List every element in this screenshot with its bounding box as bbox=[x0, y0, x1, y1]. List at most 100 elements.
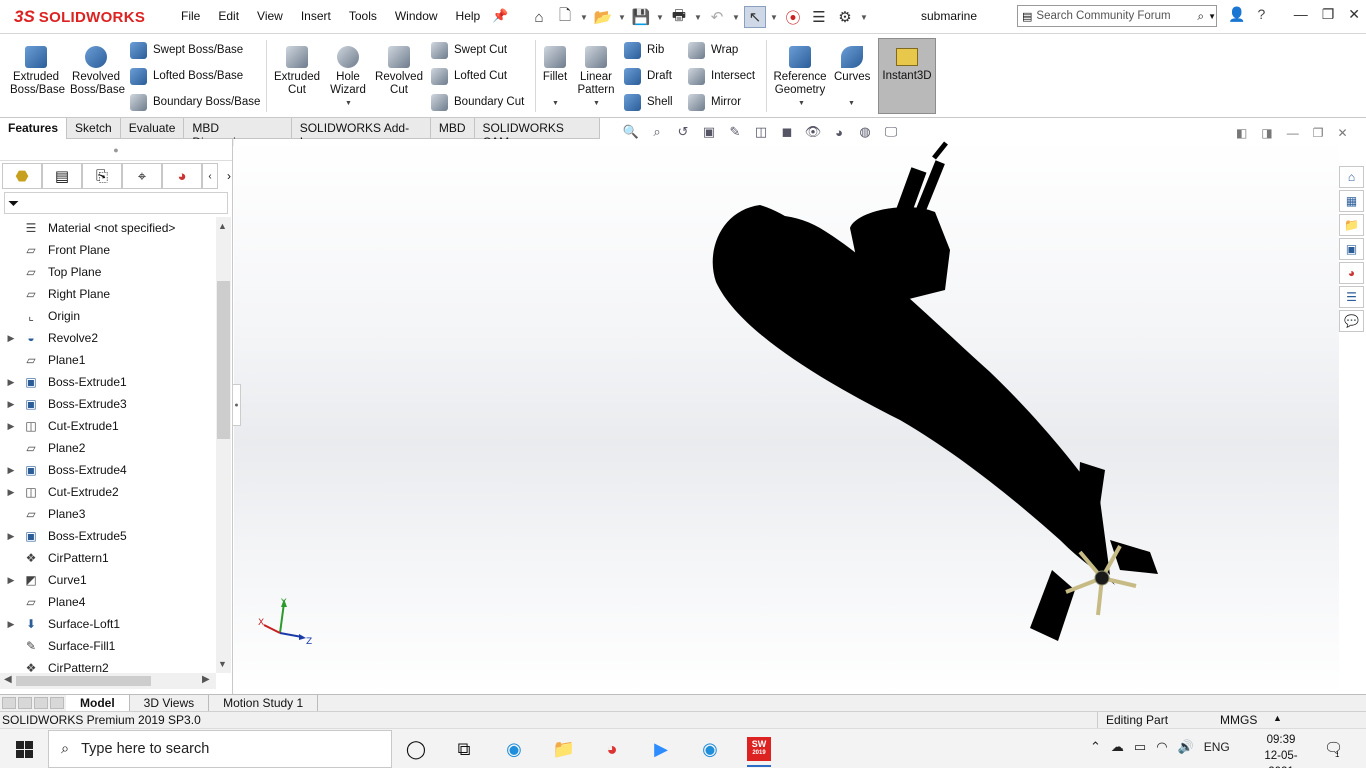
draft-button[interactable]: Draft bbox=[624, 67, 672, 85]
appearances-icon[interactable]: ◕ bbox=[1339, 262, 1364, 284]
tab-evaluate[interactable]: Evaluate bbox=[121, 118, 185, 139]
display-style-icon[interactable]: ◼ bbox=[778, 124, 796, 140]
file-explorer-taskbar-icon[interactable]: 📁 bbox=[544, 733, 584, 765]
hide-show-items-icon[interactable]: 👁 bbox=[804, 124, 822, 140]
zoom-app-icon[interactable]: ▶ bbox=[641, 733, 681, 765]
new-dropdown-icon[interactable]: ▼ bbox=[580, 13, 588, 22]
unit-system[interactable]: MMGS bbox=[1220, 713, 1257, 727]
help-icon[interactable]: ? bbox=[1257, 6, 1265, 23]
rebuild-traffic-light-icon[interactable]: ⦿ bbox=[782, 6, 804, 28]
menu-help[interactable]: Help bbox=[447, 9, 490, 23]
tree-item[interactable]: ▶ ⬇ Surface-Loft1 bbox=[0, 613, 216, 635]
tree-item[interactable]: ▶ ▣ Boss-Extrude1 bbox=[0, 371, 216, 393]
dimxpert-manager-tab-icon[interactable]: ⌖ bbox=[122, 163, 162, 189]
system-clock[interactable]: 09:39 12-05-2021 bbox=[1253, 732, 1309, 768]
scroll-thumb[interactable] bbox=[217, 281, 230, 439]
design-library-icon[interactable]: ▦ bbox=[1339, 190, 1364, 212]
units-dropdown-icon[interactable]: ▲ bbox=[1273, 713, 1282, 723]
next-tab-icon[interactable] bbox=[34, 697, 48, 709]
boundary-boss-button[interactable]: Boundary Boss/Base bbox=[130, 93, 260, 111]
prev-tab-icon[interactable] bbox=[18, 697, 32, 709]
reference-geometry-dropdown-icon[interactable]: ▼ bbox=[798, 100, 805, 107]
select-pointer-icon[interactable]: ↖ bbox=[744, 6, 766, 28]
undo-icon[interactable]: ↶ bbox=[706, 6, 728, 28]
expand-arrow-icon[interactable]: ▶ bbox=[0, 619, 22, 630]
rib-button[interactable]: Rib bbox=[624, 41, 664, 59]
save-dropdown-icon[interactable]: ▼ bbox=[656, 13, 664, 22]
panel-grip[interactable]: ● bbox=[0, 139, 232, 161]
minimize-icon[interactable]: — bbox=[1294, 6, 1308, 23]
lofted-cut-button[interactable]: Lofted Cut bbox=[431, 67, 507, 85]
custom-properties-icon[interactable]: ☰ bbox=[1339, 286, 1364, 308]
tree-item[interactable]: ❖ CirPattern1 bbox=[0, 547, 216, 569]
options-gear-icon[interactable]: ⚙ bbox=[834, 6, 856, 28]
expand-arrow-icon[interactable]: ▶ bbox=[0, 487, 22, 498]
viewport-minimize-icon[interactable]: — bbox=[1287, 126, 1299, 140]
volume-icon[interactable]: 🔊 bbox=[1178, 739, 1194, 755]
panel-collapse-handle[interactable]: ● bbox=[232, 384, 241, 426]
menu-window[interactable]: Window bbox=[386, 9, 447, 23]
pin-menu-icon[interactable]: 📌 bbox=[492, 8, 508, 24]
tree-item[interactable]: ▶ ◫ Cut-Extrude1 bbox=[0, 415, 216, 437]
tabs-scroll-left-icon[interactable]: ‹ bbox=[202, 163, 218, 189]
chrome-icon[interactable]: ◕ bbox=[592, 733, 632, 765]
home-icon[interactable]: ⌂ bbox=[528, 6, 550, 28]
expand-arrow-icon[interactable]: ▶ bbox=[0, 399, 22, 410]
save-icon[interactable]: 💾 bbox=[630, 6, 652, 28]
tab-motion-study[interactable]: Motion Study 1 bbox=[209, 695, 319, 711]
mirror-button[interactable]: Mirror bbox=[688, 93, 741, 111]
tree-item[interactable]: ▶ ◒ Revolve2 bbox=[0, 327, 216, 349]
menu-tools[interactable]: Tools bbox=[340, 9, 386, 23]
previous-view-icon[interactable]: ↺ bbox=[674, 124, 692, 140]
tab-solidworks-cam[interactable]: SOLIDWORKS CAM bbox=[475, 118, 600, 149]
lofted-boss-button[interactable]: Lofted Boss/Base bbox=[130, 67, 243, 85]
reference-geometry-button[interactable]: Reference Geometry bbox=[772, 46, 828, 97]
curves-button[interactable]: Curves bbox=[834, 46, 870, 84]
wrap-button[interactable]: Wrap bbox=[688, 41, 738, 59]
extruded-cut-button[interactable]: Extruded Cut bbox=[272, 46, 322, 97]
menu-edit[interactable]: Edit bbox=[209, 9, 248, 23]
task-view-icon[interactable]: ⧉ bbox=[444, 733, 484, 765]
tab-features[interactable]: Features bbox=[0, 118, 68, 139]
expand-arrow-icon[interactable]: ▶ bbox=[0, 333, 22, 344]
search-input[interactable]: Search Community Forum bbox=[1036, 10, 1193, 22]
tab-mbd[interactable]: MBD bbox=[431, 118, 475, 139]
tree-item[interactable]: ▶ ◩ Curve1 bbox=[0, 569, 216, 591]
section-view-icon[interactable]: ▣ bbox=[700, 124, 718, 140]
view-orientation-icon[interactable]: ◫ bbox=[752, 124, 770, 140]
tab-solidworks-add-ins[interactable]: SOLIDWORKS Add-Ins bbox=[292, 118, 431, 149]
linear-pattern-dropdown-icon[interactable]: ▼ bbox=[593, 100, 600, 107]
tree-item[interactable]: ▶ ◫ Cut-Extrude2 bbox=[0, 481, 216, 503]
forum-icon[interactable]: 💬 bbox=[1339, 310, 1364, 332]
revolved-boss-button[interactable]: Revolved Boss/Base bbox=[70, 46, 125, 97]
tree-horizontal-scrollbar[interactable]: ◀ ▶ bbox=[0, 673, 216, 689]
taskbar-search[interactable]: ⌕ Type here to search bbox=[48, 730, 392, 768]
curves-dropdown-icon[interactable]: ▼ bbox=[848, 100, 855, 107]
tree-item[interactable]: ▱ Plane2 bbox=[0, 437, 216, 459]
tree-vertical-scrollbar[interactable]: ▲ ▼ bbox=[216, 217, 231, 673]
show-hidden-icons-icon[interactable]: ⌃ bbox=[1090, 739, 1101, 755]
new-document-icon[interactable]: 🗋 bbox=[554, 6, 576, 28]
tree-item[interactable]: ▱ Plane4 bbox=[0, 591, 216, 613]
edit-appearance-icon[interactable]: ◕ bbox=[830, 124, 848, 140]
open-folder-icon[interactable]: 📂 bbox=[592, 6, 614, 28]
expand-arrow-icon[interactable]: ▶ bbox=[0, 465, 22, 476]
tab-sketch[interactable]: Sketch bbox=[67, 118, 121, 139]
tree-item[interactable]: ▱ Plane1 bbox=[0, 349, 216, 371]
graphics-area[interactable]: Y Z X bbox=[234, 139, 1339, 694]
windows-start-button[interactable] bbox=[0, 729, 48, 768]
wifi-icon[interactable]: ◠ bbox=[1156, 739, 1167, 755]
tile-right-icon[interactable]: ◨ bbox=[1261, 126, 1272, 140]
feature-manager-tab-icon[interactable]: ⬣ bbox=[2, 163, 42, 189]
tree-item[interactable]: ▱ Front Plane bbox=[0, 239, 216, 261]
tile-left-icon[interactable]: ◧ bbox=[1236, 126, 1247, 140]
battery-icon[interactable]: ▭ bbox=[1134, 739, 1146, 755]
solidworks-taskbar-icon[interactable]: SW 2019 bbox=[739, 733, 779, 767]
shell-button[interactable]: Shell bbox=[624, 93, 673, 111]
menu-file[interactable]: File bbox=[172, 9, 209, 23]
scroll-down-icon[interactable]: ▼ bbox=[218, 659, 227, 669]
tree-item[interactable]: ▶ ▣ Boss-Extrude3 bbox=[0, 393, 216, 415]
swept-boss-button[interactable]: Swept Boss/Base bbox=[130, 41, 243, 59]
tree-item[interactable]: ▱ Plane3 bbox=[0, 503, 216, 525]
viewport-restore-icon[interactable]: ❐ bbox=[1313, 126, 1324, 140]
